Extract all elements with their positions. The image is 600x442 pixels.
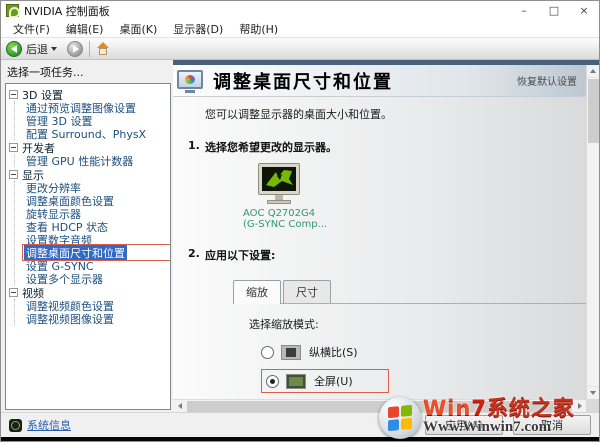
scroll-left-icon[interactable]: [173, 400, 186, 413]
system-info[interactable]: 系统信息: [9, 417, 71, 433]
page-banner: 调整桌面尺寸和位置 恢复默认设置: [173, 65, 599, 97]
collapse-icon[interactable]: [9, 170, 18, 179]
scroll-down-icon[interactable]: [587, 386, 599, 399]
horizontal-scrollbar[interactable]: [173, 399, 586, 412]
apply-button[interactable]: 应用(A): [425, 415, 503, 435]
maximize-button[interactable]: □: [539, 1, 569, 20]
minimize-button[interactable]: –: [509, 1, 539, 20]
status-bar: 系统信息 应用(A) 取消: [1, 412, 599, 437]
display-settings-icon: [177, 69, 205, 93]
vertical-scroll-thumb[interactable]: [588, 79, 599, 143]
settings-tabs: 缩放 尺寸: [233, 279, 599, 304]
aspect-ratio-icon: [281, 344, 301, 360]
fullscreen-icon: [286, 373, 306, 389]
menu-help[interactable]: 帮助(H): [231, 21, 286, 37]
scroll-up-icon[interactable]: [587, 65, 599, 78]
sidebar-item-configure-surround-physx[interactable]: 配置 Surround、PhysX: [24, 127, 170, 141]
scaling-mode-prompt: 选择缩放模式:: [249, 318, 319, 331]
scroll-right-icon[interactable]: [573, 400, 586, 413]
monitor-icon: [256, 163, 302, 205]
radio-fullscreen[interactable]: 全屏(U): [261, 369, 389, 393]
navigation-toolbar: 后退: [1, 38, 599, 60]
restore-defaults-link[interactable]: 恢复默认设置: [517, 73, 577, 88]
nvidia-control-panel-window: NVIDIA 控制面板 – □ × 文件(F) 编辑(E) 桌面(K) 显示器(…: [0, 0, 600, 442]
horizontal-scroll-thumb[interactable]: [187, 400, 572, 412]
monitor-name: AOC Q2702G4 (G-SYNC Comp...: [243, 208, 328, 230]
radio-aspect-ratio[interactable]: 纵横比(S): [261, 343, 599, 361]
close-button[interactable]: ×: [569, 1, 599, 20]
sidebar-item-manage-gpu-counters[interactable]: 管理 GPU 性能计数器: [24, 154, 170, 168]
bottom-border-strip: [1, 437, 599, 441]
radio-icon[interactable]: [261, 345, 274, 359]
task-tree: 3D 设置 通过预览调整图像设置 管理 3D 设置 配置 Surround、Ph…: [5, 83, 171, 410]
task-sidebar: 选择一项任务... 3D 设置 通过预览调整图像设置 管理 3D 设置 配置 S…: [1, 60, 173, 412]
menu-bar: 文件(F) 编辑(E) 桌面(K) 显示器(D) 帮助(H): [1, 20, 599, 38]
sidebar-item-set-multiple-displays[interactable]: 设置多个显示器: [24, 272, 170, 286]
menu-display[interactable]: 显示器(D): [165, 21, 231, 37]
tab-size[interactable]: 尺寸: [283, 280, 331, 303]
menu-edit[interactable]: 编辑(E): [58, 21, 112, 37]
system-info-icon: [9, 418, 22, 432]
main-content: 调整桌面尺寸和位置 恢复默认设置 您可以调整显示器的桌面大小和位置。 1. 选择…: [173, 60, 599, 412]
step1-heading: 1. 选择您希望更改的显示器。: [188, 139, 337, 154]
sidebar-header: 选择一项任务...: [7, 66, 84, 79]
page-description: 您可以调整显示器的桌面大小和位置。: [205, 108, 392, 121]
system-info-link[interactable]: 系统信息: [27, 417, 71, 433]
vertical-scrollbar[interactable]: [586, 65, 599, 399]
title-bar: NVIDIA 控制面板 – □ ×: [1, 1, 599, 20]
menu-file[interactable]: 文件(F): [5, 21, 58, 37]
tab-scaling[interactable]: 缩放: [233, 280, 281, 304]
back-icon[interactable]: [6, 40, 22, 57]
menu-desktop[interactable]: 桌面(K): [111, 21, 165, 37]
step2-heading: 2. 应用以下设置:: [188, 247, 276, 262]
home-icon[interactable]: [96, 41, 111, 56]
forward-icon[interactable]: [67, 40, 83, 57]
toolbar-separator: [89, 40, 90, 57]
cancel-button[interactable]: 取消: [513, 415, 591, 435]
radio-selected-icon[interactable]: [266, 374, 279, 388]
page-title: 调整桌面尺寸和位置: [213, 71, 393, 92]
back-dropdown-caret-icon[interactable]: [51, 46, 57, 51]
sidebar-item-adjust-video-image[interactable]: 调整视频图像设置: [24, 312, 170, 326]
collapse-icon[interactable]: [9, 288, 18, 297]
window-title: NVIDIA 控制面板: [24, 4, 110, 18]
monitor-tile[interactable]: AOC Q2702G4 (G-SYNC Comp...: [243, 163, 328, 230]
nvidia-logo-icon: [6, 4, 20, 18]
collapse-icon[interactable]: [9, 143, 18, 152]
collapse-icon[interactable]: [9, 90, 18, 99]
back-button-label[interactable]: 后退: [26, 41, 48, 57]
